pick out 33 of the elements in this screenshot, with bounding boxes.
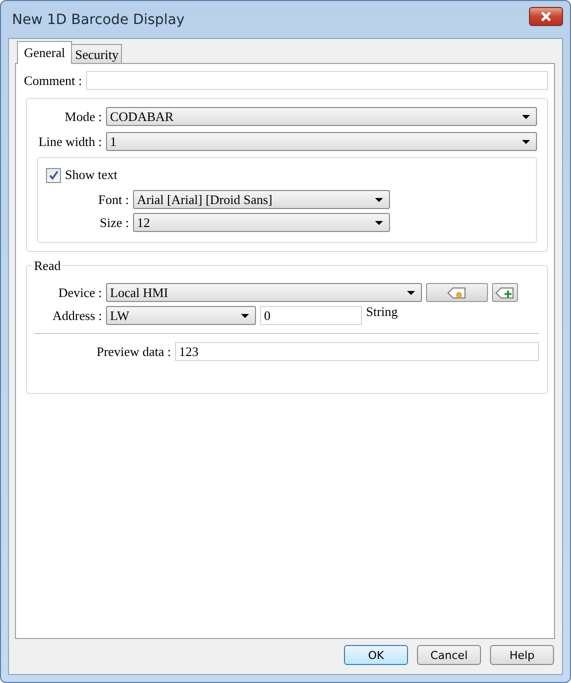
field-label: Device : <box>57 284 102 300</box>
close-button[interactable] <box>529 7 563 26</box>
field-label: Size : <box>98 214 129 230</box>
tag-icon <box>447 286 467 298</box>
tab[interactable]: Security <box>71 44 122 63</box>
field-label: Line width : <box>37 134 102 150</box>
check-icon <box>48 170 59 180</box>
add-tag-icon <box>495 286 515 298</box>
format-label: String <box>366 304 398 320</box>
close-icon <box>540 11 552 22</box>
line-width-dropdown[interactable]: 1 <box>106 132 537 151</box>
field-label: Preview data : <box>96 344 171 360</box>
dialog-button[interactable]: Help <box>490 645 554 665</box>
font-dropdown[interactable]: Arial [Arial] [Droid Sans] <box>133 190 390 209</box>
address-field[interactable]: 0 <box>260 306 362 325</box>
field-label: Comment : <box>22 72 82 88</box>
dialog-button[interactable]: OK <box>344 645 408 665</box>
device-dropdown[interactable]: Local HMI <box>106 283 422 302</box>
tab[interactable]: General <box>17 41 72 64</box>
mode-dropdown[interactable]: CODABAR <box>106 107 537 126</box>
preview-data-field[interactable]: 123 <box>175 342 539 361</box>
field-label: Font : <box>97 192 129 208</box>
field-label: Mode : <box>64 108 102 124</box>
tag-settings-button[interactable] <box>426 283 488 302</box>
window-title: New 1D Barcode Display <box>11 12 185 28</box>
comment-field[interactable] <box>86 71 548 90</box>
checkbox[interactable] <box>46 168 61 182</box>
add-tag-button[interactable] <box>492 283 518 302</box>
field-label: Address : <box>52 308 102 324</box>
address-type-dropdown[interactable]: LW <box>106 306 256 325</box>
dialog-button[interactable]: Cancel <box>417 645 481 665</box>
checkbox-label: Show text <box>65 167 118 183</box>
size-dropdown[interactable]: 12 <box>133 213 390 232</box>
